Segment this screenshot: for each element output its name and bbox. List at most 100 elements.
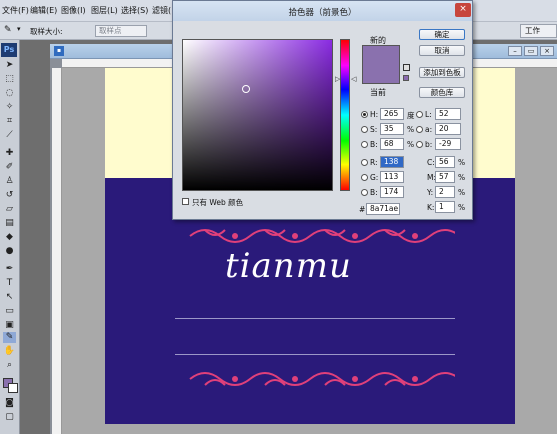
g-input[interactable]: 113 [380,171,404,183]
chevron-down-icon[interactable]: ▾ [17,25,21,33]
c-label: C: [427,158,435,167]
menu-layer[interactable]: 图层(L) [91,5,118,16]
l-label: L: [425,110,432,119]
rgb-b-label: B: [370,188,378,197]
document-window-controls: – ▭ × [508,46,556,57]
radio-l[interactable] [416,111,423,118]
m-input[interactable]: 57 [435,171,455,183]
l-input[interactable]: 52 [435,108,461,120]
h-unit: 度 [407,111,415,120]
menu-filter[interactable]: 滤镜( [152,5,171,16]
menu-image[interactable]: 图像(I) [61,5,86,16]
quick-mask-icon[interactable]: ◙ [3,398,16,409]
menu-select[interactable]: 选择(S) [121,5,148,16]
sample-size-select[interactable]: 取样点 [95,25,147,37]
a-input[interactable]: 20 [435,123,461,135]
blur-tool-icon[interactable]: ◆ [3,232,16,243]
hue-arrow-left-icon[interactable]: ▷ [335,75,340,83]
type-tool-icon[interactable]: T [3,278,16,289]
top-ornament [189,229,455,243]
background-color-swatch[interactable] [8,383,18,393]
radio-h[interactable] [361,111,368,118]
shape-tool-icon[interactable]: ▭ [3,306,16,317]
radio-rgb-b[interactable] [361,189,368,196]
k-input[interactable]: 1 [435,201,455,213]
bottom-ornament [189,372,455,386]
eyedropper-tool-icon[interactable]: ✎ [3,332,16,343]
slice-tool-icon[interactable]: ⟋ [3,130,16,141]
color-libraries-button[interactable]: 颜色库 [419,87,465,98]
y-input[interactable]: 2 [435,186,455,198]
magic-wand-icon[interactable]: ✧ [3,102,16,113]
divider-line-2 [175,354,455,355]
b-input[interactable]: 68 [380,138,404,150]
path-select-icon[interactable]: ↖ [3,292,16,303]
zoom-tool-icon[interactable]: ⌕ [3,360,16,371]
healing-brush-icon[interactable]: ✚ [3,148,16,159]
c-input[interactable]: 56 [435,156,455,168]
maximize-icon[interactable]: ▭ [524,46,538,56]
rgb-b-input[interactable]: 174 [380,186,404,198]
menu-file[interactable]: 文件(F) [2,5,29,16]
radio-g[interactable] [361,174,368,181]
close-icon[interactable]: × [540,46,554,56]
brush-tool-icon[interactable]: ✐ [3,162,16,173]
r-label: R: [370,158,378,167]
move-tool-icon[interactable]: ➤ [3,60,16,71]
m-unit: % [458,173,466,182]
g-label: G: [370,173,379,182]
k-label: K: [427,203,435,212]
r-input[interactable]: 138 [380,156,404,168]
hand-tool-icon[interactable]: ✋ [3,346,16,357]
radio-lab-b[interactable] [416,141,423,148]
saturation-brightness-field[interactable] [182,39,333,191]
divider-line-1 [175,318,455,319]
history-brush-icon[interactable]: ↺ [3,190,16,201]
web-safe-swatch[interactable] [403,75,409,81]
marquee-tool-icon[interactable]: ⬚ [3,74,16,85]
y-unit: % [458,188,466,197]
radio-b[interactable] [361,141,368,148]
radio-r[interactable] [361,159,368,166]
s-label: S: [370,125,378,134]
screen-mode-icon[interactable]: ▢ [3,412,16,423]
eraser-tool-icon[interactable]: ▱ [3,204,16,215]
close-icon[interactable]: × [455,3,471,17]
lasso-tool-icon[interactable]: ◌ [3,88,16,99]
hex-input[interactable]: 8a71ae [366,203,400,215]
ps-logo: Ps [1,43,17,57]
k-unit: % [458,203,466,212]
b-label: B: [370,140,378,149]
hue-slider[interactable] [340,39,350,191]
notes-tool-icon[interactable]: ▣ [3,320,16,331]
dialog-titlebar: 拾色器（前景色） × [173,1,472,21]
web-only-checkbox[interactable] [182,198,189,205]
radio-s[interactable] [361,126,368,133]
pen-tool-icon[interactable]: ✒ [3,264,16,275]
minimize-icon[interactable]: – [508,46,522,56]
dodge-tool-icon[interactable]: ● [3,246,16,257]
cancel-button[interactable]: 取消 [419,45,465,56]
crop-tool-icon[interactable]: ⌗ [3,116,16,127]
stamp-tool-icon[interactable]: ♙ [3,176,16,187]
color-cursor-icon[interactable] [242,85,250,93]
current-color-swatch[interactable] [362,66,400,84]
eyedropper-icon[interactable]: ✎ [4,25,12,35]
ok-button[interactable]: 确定 [419,29,465,40]
s-unit: % [407,125,415,134]
web-only-label: 只有 Web 颜色 [192,198,244,207]
hue-arrow-right-icon[interactable]: ◁ [351,75,356,83]
lab-b-input[interactable]: -29 [435,138,461,150]
h-input[interactable]: 265 [380,108,404,120]
b-unit: % [407,140,415,149]
gamut-cube-icon[interactable] [403,64,410,71]
s-input[interactable]: 35 [380,123,404,135]
dialog-title: 拾色器（前景色） [288,8,357,18]
add-to-swatches-button[interactable]: 添加到色板 [419,67,465,78]
gradient-tool-icon[interactable]: ▤ [3,218,16,229]
sample-size-label: 取样大小: [30,27,63,36]
sample-size-value: 取样点 [99,26,122,35]
workspace-button[interactable]: 工作 [520,24,557,38]
radio-a[interactable] [416,126,423,133]
menu-edit[interactable]: 编辑(E) [30,5,57,16]
